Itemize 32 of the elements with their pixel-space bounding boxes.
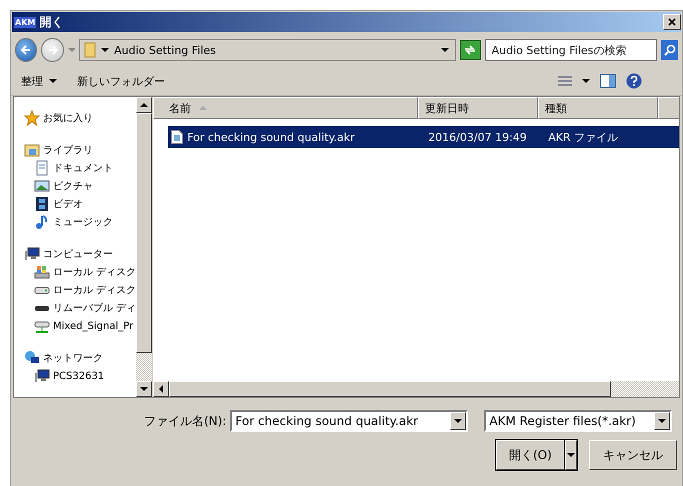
navigation-item[interactable]: Mixed_Signal_Pr	[34, 317, 134, 335]
column-header[interactable]: 名前	[153, 97, 418, 119]
navigation-item[interactable]: リムーバブル ディ	[34, 299, 136, 317]
navigation-item[interactable]: ライブラリ	[24, 141, 93, 159]
organize-menu[interactable]: 整理	[21, 74, 57, 88]
navigation-item[interactable]: ピクチャ	[34, 177, 93, 195]
navigation-item[interactable]: ビデオ	[34, 195, 83, 213]
navigation-item[interactable]: お気に入り	[24, 109, 93, 127]
navigation-item[interactable]: PCS32631	[34, 367, 104, 385]
cancel-button[interactable]: キャンセル	[588, 440, 677, 470]
search-field[interactable]: Audio Setting Filesの検索	[484, 39, 658, 61]
table-cell: For checking sound quality.akr	[168, 130, 428, 144]
navigation-item[interactable]: ローカル ディスク	[34, 281, 136, 299]
column-header[interactable]: 更新日時	[418, 97, 538, 119]
navigation-item[interactable]: コンピューター	[24, 245, 113, 263]
app-badge: AKM	[14, 16, 36, 28]
table-cell-text: AKR ファイル	[548, 130, 620, 144]
open-button[interactable]: 開く(O)	[496, 440, 565, 470]
new-folder-button[interactable]: 新しいフォルダー	[77, 74, 165, 88]
navigation-item[interactable]: ドキュメント	[34, 159, 113, 177]
navigation-item[interactable]: ローカル ディスク	[34, 263, 136, 281]
file-row[interactable]: For checking sound quality.akr 2016/03/07 19:49 AKR ファイル	[168, 126, 679, 148]
navigation-item[interactable]: ミュージック	[34, 213, 113, 231]
column-header[interactable]: 種類	[538, 97, 658, 119]
table-cell-text: 2016/03/07 19:49	[428, 130, 528, 144]
filename-field[interactable]: For checking sound quality.akr	[230, 410, 468, 432]
window-title: 開く	[39, 14, 64, 30]
navigation-item[interactable]: ネットワーク	[24, 349, 103, 367]
address-path: Audio Setting Files	[114, 44, 216, 56]
address-bar[interactable]: Audio Setting Files	[79, 39, 456, 61]
filename-label: ファイル名(N):	[144, 412, 226, 430]
file-type-dropdown[interactable]: AKM Register files(*.akr)	[484, 410, 672, 432]
